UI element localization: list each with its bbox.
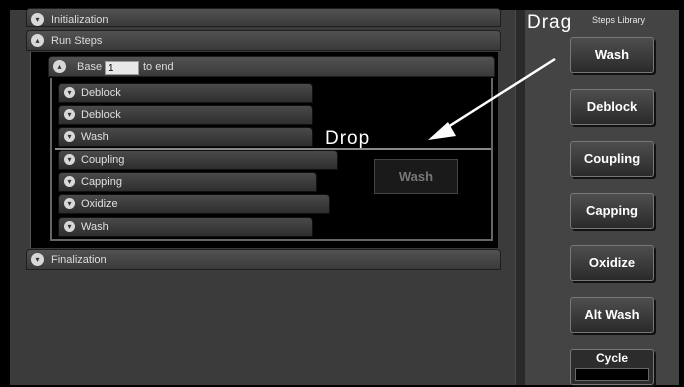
- library-wash-button[interactable]: Wash: [570, 37, 654, 73]
- library-cycle-button[interactable]: Cycle: [570, 349, 654, 385]
- cycle-body: [575, 368, 649, 381]
- library-capping-button[interactable]: Capping: [570, 193, 654, 229]
- library-coupling-button[interactable]: Coupling: [570, 141, 654, 177]
- library-alt-wash-button[interactable]: Alt Wash: [570, 297, 654, 333]
- library-deblock-button[interactable]: Deblock: [570, 89, 654, 125]
- steps-library-title: Steps Library: [592, 15, 646, 25]
- library-oxidize-button[interactable]: Oxidize: [570, 245, 654, 281]
- cycle-label: Cycle: [595, 351, 629, 365]
